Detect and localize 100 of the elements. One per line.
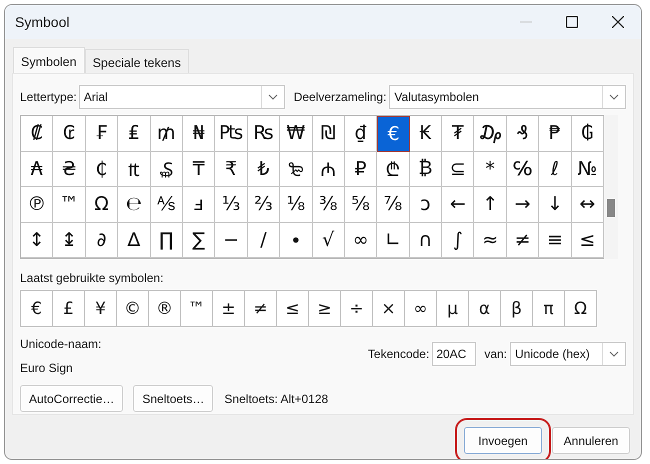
- recent-symbol-cell[interactable]: £: [53, 291, 85, 326]
- symbol-cell[interactable]: ₦: [182, 116, 216, 152]
- recent-symbol-cell[interactable]: β: [501, 291, 533, 326]
- symbol-cell[interactable]: ⅛: [280, 187, 313, 222]
- symbol-cell[interactable]: −: [215, 222, 248, 258]
- symbol-cell[interactable]: ₯: [474, 116, 507, 152]
- symbol-cell[interactable]: ⅞: [377, 187, 410, 222]
- symbol-cell[interactable]: ⅜: [312, 187, 345, 222]
- recent-symbol-cell[interactable]: ®: [149, 291, 181, 326]
- recent-symbol-cell[interactable]: α: [469, 291, 501, 326]
- symbol-cell[interactable]: ℅: [506, 152, 540, 187]
- symbol-cell[interactable]: ←: [442, 187, 474, 222]
- symbol-cell[interactable]: ∑: [182, 222, 216, 258]
- symbol-cell[interactable]: ∫: [442, 222, 474, 258]
- font-label: Lettertype:: [20, 90, 77, 104]
- char-code-field[interactable]: 20AC: [432, 342, 476, 366]
- font-dropdown[interactable]: Arial: [78, 85, 285, 109]
- symbol-cell[interactable]: ↓: [539, 187, 572, 222]
- symbol-cell[interactable]: ₶: [118, 152, 151, 187]
- symbol-cell[interactable]: ₷: [150, 152, 183, 187]
- tab[interactable]: Speciale tekens: [84, 49, 189, 75]
- symbol-cell[interactable]: ₴: [53, 152, 86, 187]
- symbol-cell[interactable]: ₡: [21, 116, 54, 152]
- symbol-cell[interactable]: *: [474, 152, 507, 187]
- symbol-cell[interactable]: ∆: [118, 222, 151, 258]
- symbol-cell[interactable]: ⅎ: [182, 187, 216, 222]
- symbol-cell[interactable]: ₥: [150, 116, 183, 152]
- scrollbar[interactable]: [604, 115, 618, 259]
- symbol-cell[interactable]: ₭: [410, 116, 442, 152]
- symbol-cell[interactable]: ™: [53, 187, 86, 222]
- symbol-cell[interactable]: ↑: [474, 187, 507, 222]
- symbol-cell[interactable]: →: [506, 187, 540, 222]
- symbol-cell[interactable]: ⅝: [344, 187, 378, 222]
- recent-symbol-cell[interactable]: ™: [181, 291, 213, 326]
- symbol-cell[interactable]: ₧: [215, 116, 248, 152]
- recent-symbol-cell[interactable]: €: [21, 291, 53, 326]
- panel-button[interactable]: Sneltoets…: [133, 385, 214, 412]
- symbol-cell[interactable]: ₽: [344, 152, 378, 187]
- symbol-cell[interactable]: ₢: [53, 116, 86, 152]
- symbol-cell[interactable]: ∂: [86, 222, 118, 258]
- dialog-button[interactable]: Annuleren: [552, 427, 630, 454]
- symbol-cell[interactable]: ⅓: [215, 187, 248, 222]
- symbol-cell[interactable]: ∟: [377, 222, 410, 258]
- recent-symbol-cell[interactable]: ∞: [405, 291, 437, 326]
- recent-symbol-cell[interactable]: π: [533, 291, 565, 326]
- symbol-cell[interactable]: ∞: [344, 222, 378, 258]
- symbol-cell[interactable]: ⊆: [442, 152, 474, 187]
- recent-symbol-cell[interactable]: ©: [117, 291, 149, 326]
- symbol-cell[interactable]: ≠: [506, 222, 540, 258]
- symbol-cell[interactable]: ∩: [410, 222, 442, 258]
- symbol-cell[interactable]: ℗: [21, 187, 54, 222]
- symbol-cell[interactable]: ↨: [53, 222, 86, 258]
- symbol-cell[interactable]: ₰: [506, 116, 540, 152]
- panel-button[interactable]: AutoCorrectie…: [20, 385, 124, 412]
- symbol-cell[interactable]: ↄ: [410, 187, 442, 222]
- symbol-cell[interactable]: ₪: [312, 116, 345, 152]
- symbol-cell[interactable]: ℮: [118, 187, 151, 222]
- symbol-cell[interactable]: Ω: [86, 187, 118, 222]
- symbol-cell[interactable]: ≡: [539, 222, 572, 258]
- from-dropdown[interactable]: Unicode (hex): [510, 342, 626, 366]
- symbol-cell[interactable]: ₻: [280, 152, 313, 187]
- symbol-cell[interactable]: ₾: [377, 152, 410, 187]
- symbol-cell[interactable]: ₼: [312, 152, 345, 187]
- symbol-cell[interactable]: ≈: [474, 222, 507, 258]
- symbol-cell[interactable]: ↕: [21, 222, 54, 258]
- symbol-cell[interactable]: ₸: [182, 152, 216, 187]
- symbol-cell[interactable]: ⅍: [150, 187, 183, 222]
- symbol-cell[interactable]: ⅔: [248, 187, 280, 222]
- symbol-cell[interactable]: ∙: [280, 222, 313, 258]
- symbol-cell[interactable]: √: [312, 222, 345, 258]
- symbol-cell[interactable]: ₱: [539, 116, 572, 152]
- recent-symbol-cell[interactable]: ≠: [245, 291, 277, 326]
- recent-symbol-cell[interactable]: µ: [437, 291, 469, 326]
- recent-symbol-cell[interactable]: ≤: [277, 291, 309, 326]
- symbol-cell[interactable]: ₿: [410, 152, 442, 187]
- recent-symbol-cell[interactable]: ≥: [309, 291, 341, 326]
- subset-label: Deelverzameling:: [294, 90, 386, 104]
- symbol-cell[interactable]: ₨: [248, 116, 280, 152]
- symbol-cell[interactable]: ₵: [86, 152, 118, 187]
- symbol-cell[interactable]: ₣: [86, 116, 118, 152]
- tab[interactable]: Symbolen: [13, 47, 85, 75]
- chevron-down-icon: [609, 94, 619, 100]
- subset-dropdown[interactable]: Valutasymbolen: [389, 85, 626, 109]
- recent-symbol-cell[interactable]: ¥: [85, 291, 117, 326]
- close-icon[interactable]: [612, 16, 624, 28]
- symbol-cell[interactable]: ₮: [442, 116, 474, 152]
- symbol-cell[interactable]: €: [377, 116, 410, 152]
- symbol-cell[interactable]: ₳: [21, 152, 54, 187]
- maximize-icon[interactable]: [566, 16, 578, 28]
- recent-symbol-cell[interactable]: ÷: [341, 291, 373, 326]
- recent-symbol-cell[interactable]: ±: [213, 291, 245, 326]
- symbol-cell[interactable]: ∕: [248, 222, 280, 258]
- symbol-cell[interactable]: ₩: [280, 116, 313, 152]
- recent-symbol-cell[interactable]: Ω: [565, 291, 597, 326]
- symbol-cell[interactable]: ₺: [248, 152, 280, 187]
- symbol-cell[interactable]: ℓ: [539, 152, 572, 187]
- recent-symbol-cell[interactable]: ×: [373, 291, 405, 326]
- symbol-cell[interactable]: ₹: [215, 152, 248, 187]
- symbol-cell[interactable]: ∏: [150, 222, 183, 258]
- symbol-cell[interactable]: ₤: [118, 116, 151, 152]
